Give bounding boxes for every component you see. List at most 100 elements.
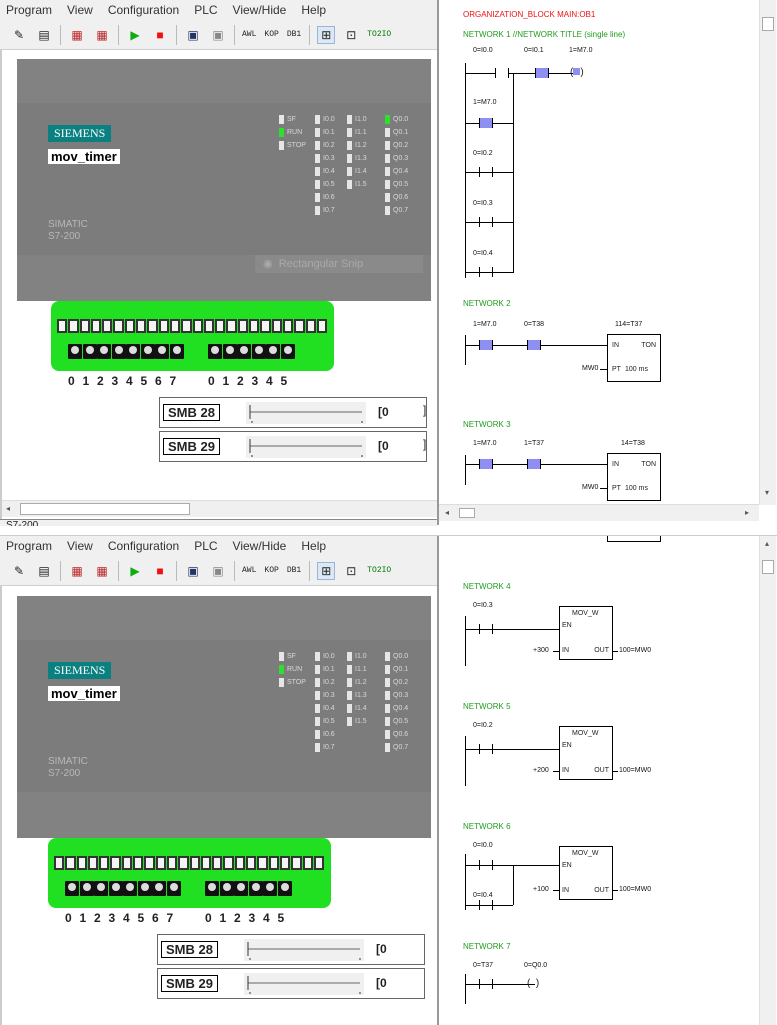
menu-plc[interactable]: PLC (194, 3, 217, 17)
input-switch[interactable] (278, 881, 292, 896)
menu-view[interactable]: View (67, 539, 93, 553)
input-switch[interactable] (281, 344, 295, 359)
input-switch[interactable] (112, 344, 126, 359)
menu-view-hide[interactable]: View/Hide (233, 539, 287, 553)
scroll-up-icon[interactable]: ▴ (765, 539, 769, 548)
chart-view-icon[interactable]: ⊡ (342, 26, 360, 44)
contact-t37[interactable] (479, 979, 493, 989)
scroll-left-icon[interactable]: ◂ (6, 504, 10, 513)
contact-i0-1[interactable] (535, 68, 549, 78)
input-switch[interactable] (80, 881, 94, 896)
monitor-icon[interactable]: ▣ (184, 562, 202, 580)
scroll-left-icon[interactable]: ◂ (445, 508, 449, 517)
contact-t38[interactable] (527, 340, 541, 350)
input-switch[interactable] (126, 344, 140, 359)
vertical-scrollbar[interactable]: ▾ (759, 0, 776, 505)
run-icon[interactable]: ▶ (126, 562, 144, 580)
download-icon[interactable]: ▦ (68, 562, 86, 580)
vertical-scrollbar[interactable]: ▴ (759, 536, 776, 1025)
input-switch[interactable] (167, 881, 181, 896)
contact-t37[interactable] (527, 459, 541, 469)
input-switch[interactable] (220, 881, 234, 896)
monitor-off-icon[interactable]: ▣ (209, 562, 227, 580)
menu-view[interactable]: View (67, 3, 93, 17)
input-switch[interactable] (123, 881, 137, 896)
chart-view-icon[interactable]: ⊡ (342, 562, 360, 580)
contact-i0-2[interactable] (479, 744, 493, 754)
input-switch[interactable] (155, 344, 169, 359)
input-switch[interactable] (65, 881, 79, 896)
menu-program[interactable]: Program (6, 539, 52, 553)
contact-m7-0[interactable] (479, 459, 493, 469)
input-switch[interactable] (68, 344, 82, 359)
horizontal-scrollbar[interactable]: ◂ (2, 500, 439, 517)
input-switch[interactable] (152, 881, 166, 896)
mov-w-block[interactable]: MOV_W EN IN OUT (559, 606, 613, 660)
smb28-value[interactable]: [0 (376, 942, 387, 956)
input-switch[interactable] (208, 344, 222, 359)
input-switch[interactable] (266, 344, 280, 359)
download-icon[interactable]: ▦ (68, 26, 86, 44)
scroll-thumb[interactable] (459, 508, 475, 518)
contact-i0-0[interactable] (479, 860, 493, 870)
contact-i0-3[interactable] (479, 217, 493, 227)
scroll-thumb[interactable] (762, 560, 774, 574)
timer-t37[interactable]: IN TON PT 100 ms (607, 334, 661, 382)
input-switch[interactable] (94, 881, 108, 896)
save-icon[interactable]: ▤ (35, 26, 53, 44)
contact-i0-4[interactable] (479, 267, 493, 277)
menu-help[interactable]: Help (301, 3, 326, 17)
scroll-right-icon[interactable]: ▸ (745, 508, 749, 517)
upload-icon[interactable]: ▦ (93, 26, 111, 44)
input-switch[interactable] (170, 344, 184, 359)
db1-button[interactable]: DB1 (287, 26, 301, 44)
timer-t38[interactable]: IN TON PT 100 ms (607, 453, 661, 501)
scroll-down-icon[interactable]: ▾ (765, 488, 769, 497)
menu-program[interactable]: Program (6, 3, 52, 17)
menu-help[interactable]: Help (301, 539, 326, 553)
scroll-thumb[interactable] (20, 503, 190, 515)
contact-i0-2[interactable] (479, 167, 493, 177)
scroll-thumb[interactable] (762, 17, 774, 31)
program-view-icon[interactable]: ⊞ (317, 25, 336, 44)
kop-button[interactable]: KOP (264, 562, 278, 580)
db1-button[interactable]: DB1 (287, 562, 301, 580)
input-switch[interactable] (223, 344, 237, 359)
menu-view-hide[interactable]: View/Hide (233, 3, 287, 17)
input-switch[interactable] (234, 881, 248, 896)
contact-m7-0[interactable] (479, 118, 493, 128)
contact-m7-0[interactable] (479, 340, 493, 350)
horizontal-scrollbar[interactable]: ◂ ▸ (439, 504, 759, 521)
awl-button[interactable]: AWL (242, 562, 256, 580)
mov-w-block[interactable]: MOV_W EN IN OUT (559, 726, 613, 780)
smb28-value[interactable]: [0 (378, 405, 389, 419)
upload-icon[interactable]: ▦ (93, 562, 111, 580)
monitor-off-icon[interactable]: ▣ (209, 26, 227, 44)
smb28-slider[interactable] (246, 402, 366, 424)
open-icon[interactable]: ✎ (10, 26, 28, 44)
save-icon[interactable]: ▤ (35, 562, 53, 580)
input-switch[interactable] (237, 344, 251, 359)
smb29-slider[interactable] (244, 973, 364, 995)
input-switch[interactable] (83, 344, 97, 359)
menu-plc[interactable]: PLC (194, 539, 217, 553)
input-switch[interactable] (141, 344, 155, 359)
input-switch[interactable] (109, 881, 123, 896)
monitor-icon[interactable]: ▣ (184, 26, 202, 44)
coil-q0-0[interactable]: ( ) (527, 978, 551, 990)
smb29-slider[interactable] (246, 436, 366, 458)
to2io-button[interactable]: TO2IO (367, 26, 391, 44)
smb29-value[interactable]: [0 (378, 439, 389, 453)
run-icon[interactable]: ▶ (126, 26, 144, 44)
smb29-value[interactable]: [0 (376, 976, 387, 990)
awl-button[interactable]: AWL (242, 26, 256, 44)
input-switch[interactable] (138, 881, 152, 896)
input-switch[interactable] (249, 881, 263, 896)
mov-w-block[interactable]: MOV_W EN IN OUT (559, 846, 613, 900)
kop-button[interactable]: KOP (264, 26, 278, 44)
input-switch[interactable] (97, 344, 111, 359)
open-icon[interactable]: ✎ (10, 562, 28, 580)
input-switch[interactable] (205, 881, 219, 896)
contact-i0-0[interactable] (495, 68, 509, 78)
stop-icon[interactable]: ■ (151, 26, 169, 44)
